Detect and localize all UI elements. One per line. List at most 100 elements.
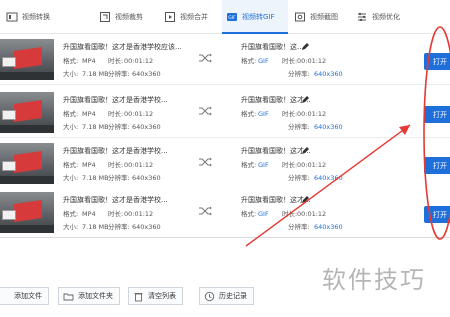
tab-video-convert[interactable]: 视频转换 [2, 0, 66, 34]
source-duration-label: 时长: [108, 57, 124, 65]
edit-name-icon[interactable] [301, 96, 309, 104]
output-duration: 00:01:12 [297, 161, 327, 169]
output-duration-label: 时长: [282, 161, 298, 169]
source-duration-label: 时长: [108, 110, 124, 118]
shuffle-convert-icon [199, 106, 212, 116]
output-resolution-label: 分辨率: [288, 123, 310, 131]
output-resolution: 640x360 [314, 174, 343, 182]
edit-name-icon[interactable] [301, 147, 309, 155]
tab-video-crop[interactable]: 视频裁剪 [95, 0, 155, 34]
source-file-name: 升国旗看国歌！这才是香港学校... [63, 147, 168, 155]
screenshot-icon [295, 12, 305, 22]
source-duration: 00:01:12 [124, 57, 154, 65]
source-file-name: 升国旗看国歌！这才是香港学校... [63, 196, 168, 204]
clear-list-button[interactable]: 清空列表 [128, 287, 183, 305]
history-button[interactable]: 历史记录 [199, 287, 254, 305]
source-format-label: 格式: [63, 161, 79, 169]
output-format-label: 格式: [241, 57, 257, 65]
source-size: 7.18 MB [82, 123, 109, 131]
output-format: GIF [258, 57, 269, 65]
output-resolution-label: 分辨率: [288, 174, 310, 182]
shuffle-convert-icon [199, 53, 212, 63]
watermark: 软件技巧 [322, 266, 426, 294]
source-resolution-label: 分辨率: [108, 70, 130, 78]
source-file-name: 升国旗看国歌！这才是香港学校应该... [63, 43, 182, 51]
source-duration: 00:01:12 [124, 110, 154, 118]
svg-text:GIF: GIF [228, 15, 236, 21]
source-duration-label: 时长: [108, 161, 124, 169]
crop-icon [100, 12, 110, 22]
add-folder-button[interactable]: 添加文件夹 [58, 287, 120, 305]
open-button-label: 打开 [433, 110, 447, 119]
add-file-icon [0, 291, 10, 302]
tab-label: 视频转GIF [242, 13, 275, 21]
film-icon [6, 12, 18, 22]
tab-label: 视频合并 [180, 13, 208, 21]
source-resolution: 640x360 [132, 70, 161, 78]
add-file-button[interactable]: 添加文件 [0, 287, 49, 305]
merge-icon [165, 12, 175, 22]
output-resolution: 640x360 [314, 123, 343, 131]
source-file-name: 升国旗看国歌！这才是香港学校... [63, 96, 168, 104]
output-file-name: 升国旗看国歌！这... [241, 43, 304, 51]
source-format-label: 格式: [63, 210, 79, 218]
source-resolution-label: 分辨率: [108, 223, 130, 231]
output-resolution: 640x360 [314, 70, 343, 78]
file-list: 升国旗看国歌！这才是香港学校应该... 格式: MP4 时长: 00:01:12… [0, 35, 450, 238]
tab-video-screenshot[interactable]: 视频截图 [290, 0, 348, 34]
tab-label: 视频截图 [310, 13, 338, 21]
source-duration-label: 时长: [108, 210, 124, 218]
tab-video-to-gif[interactable]: GIF 视频转GIF [222, 0, 288, 34]
edit-name-icon[interactable] [301, 43, 309, 51]
source-duration: 00:01:12 [124, 210, 154, 218]
source-size-label: 大小: [63, 70, 79, 78]
output-format-label: 格式: [241, 210, 257, 218]
file-row[interactable]: 升国旗看国歌！这才是香港学校应该... 格式: MP4 时长: 00:01:12… [0, 35, 450, 85]
output-duration: 00:01:12 [297, 210, 327, 218]
folder-icon [63, 293, 74, 300]
output-duration: 00:01:12 [297, 57, 327, 65]
clock-icon [204, 291, 215, 301]
open-button[interactable]: 打开 [424, 53, 450, 70]
open-button[interactable]: 打开 [424, 157, 450, 174]
source-format: MP4 [82, 210, 96, 218]
output-format: GIF [258, 210, 269, 218]
trash-icon [134, 292, 143, 301]
source-format: MP4 [82, 110, 96, 118]
output-duration-label: 时长: [282, 57, 298, 65]
source-format: MP4 [82, 161, 96, 169]
tab-video-optimize[interactable]: 视频优化 [352, 0, 414, 34]
output-format: GIF [258, 110, 269, 118]
source-size-label: 大小: [63, 123, 79, 131]
add-file-label: 添加文件 [14, 292, 42, 300]
file-row[interactable]: 升国旗看国歌！这才是香港学校... 格式: MP4 时长: 00:01:12 大… [0, 139, 450, 189]
open-button-label: 打开 [433, 57, 447, 66]
source-resolution: 640x360 [132, 174, 161, 182]
edit-name-icon[interactable] [301, 196, 309, 204]
open-button-label: 打开 [433, 161, 447, 170]
source-size: 7.18 MB [82, 70, 109, 78]
output-format-label: 格式: [241, 161, 257, 169]
source-duration: 00:01:12 [124, 161, 154, 169]
add-folder-label: 添加文件夹 [78, 292, 113, 300]
history-label: 历史记录 [219, 292, 247, 300]
output-duration: 00:01:12 [297, 110, 327, 118]
clear-list-label: 清空列表 [148, 292, 176, 300]
open-button[interactable]: 打开 [424, 206, 450, 223]
list-divider [0, 237, 450, 238]
open-button-label: 打开 [433, 210, 447, 219]
file-row[interactable]: 升国旗看国歌！这才是香港学校... 格式: MP4 时长: 00:01:12 大… [0, 88, 450, 138]
tab-video-merge[interactable]: 视频合并 [160, 0, 222, 34]
video-thumbnail [0, 143, 54, 184]
source-resolution: 640x360 [132, 123, 161, 131]
source-size: 7.18 MB [82, 174, 109, 182]
output-format: GIF [258, 161, 269, 169]
file-row[interactable]: 升国旗看国歌！这才是香港学校... 格式: MP4 时长: 00:01:12 大… [0, 188, 450, 238]
open-button[interactable]: 打开 [424, 106, 450, 123]
source-size: 7.18 MB [82, 223, 109, 231]
optimize-icon [358, 12, 366, 22]
source-resolution-label: 分辨率: [108, 123, 130, 131]
output-resolution: 640x360 [314, 223, 343, 231]
video-thumbnail [0, 92, 54, 133]
source-resolution: 640x360 [132, 223, 161, 231]
